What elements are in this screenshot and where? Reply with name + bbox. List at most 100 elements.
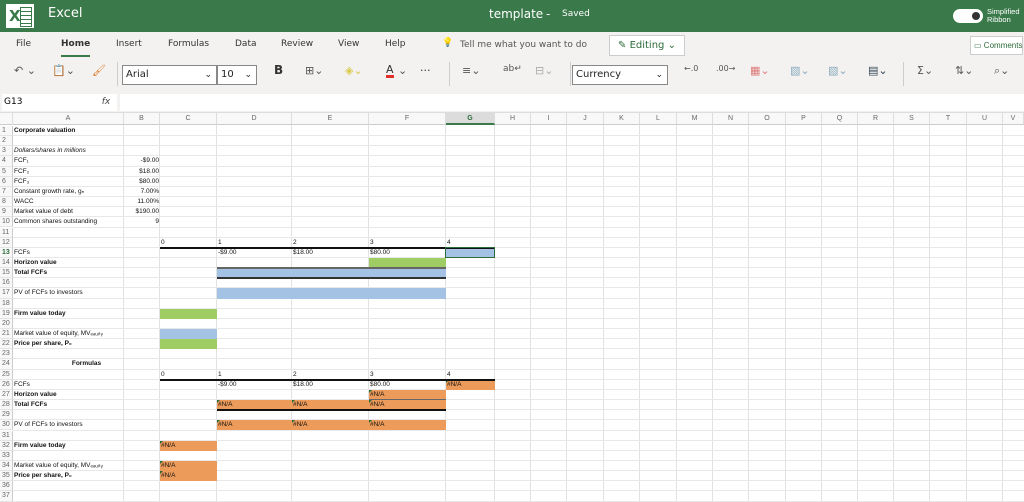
cell-b10[interactable]: 9 xyxy=(124,217,160,227)
tab-view[interactable]: View xyxy=(338,39,359,49)
cell-a34[interactable]: Market value of equity, MVₑₔᵤᵢₜᵧ xyxy=(13,461,124,471)
column-header-k[interactable]: K xyxy=(604,113,640,125)
increase-decimal-icon[interactable]: ←.0 xyxy=(684,64,698,73)
font-size-select[interactable]: 10 ⌄ xyxy=(217,65,257,85)
cell-c35[interactable]: #N/A xyxy=(160,471,217,482)
row-header-8[interactable]: 8 xyxy=(0,197,13,208)
fx-icon[interactable]: fx xyxy=(96,94,116,111)
column-header-d[interactable]: D xyxy=(217,113,292,125)
row-header-16[interactable]: 16 xyxy=(0,278,13,289)
tab-formulas[interactable]: Formulas xyxy=(168,39,209,49)
row-header-13[interactable]: 13 xyxy=(0,247,13,258)
row-header-35[interactable]: 35 xyxy=(0,471,13,482)
undo-icon[interactable]: ↶ ⌄ xyxy=(14,64,36,77)
cell-a1[interactable]: Corporate valuation xyxy=(13,126,124,136)
tab-help[interactable]: Help xyxy=(385,39,406,49)
cell-a17[interactable]: PV of FCFs to investors xyxy=(13,288,124,298)
cell-a3[interactable]: Dollars/shares in millions xyxy=(13,146,124,156)
borders-icon[interactable]: ⊞⌄ xyxy=(305,64,323,77)
column-header-s[interactable]: S xyxy=(894,113,930,125)
column-header-a[interactable]: A xyxy=(13,113,124,125)
column-header-j[interactable]: J xyxy=(567,113,604,125)
row-header-7[interactable]: 7 xyxy=(0,186,13,198)
cell-styles-icon[interactable]: ▧⌄ xyxy=(828,64,848,77)
column-header-g[interactable]: G xyxy=(446,113,495,125)
cell-a7[interactable]: Constant growth rate, gₙ xyxy=(13,187,124,197)
row-header-33[interactable]: 33 xyxy=(0,450,13,461)
row-header-37[interactable]: 37 xyxy=(0,491,13,502)
row-header-10[interactable]: 10 xyxy=(0,217,13,228)
tab-home[interactable]: Home xyxy=(61,39,91,57)
cell-a32[interactable]: Firm value today xyxy=(13,441,124,451)
column-header-t[interactable]: T xyxy=(930,113,967,125)
row-header-4[interactable]: 4 xyxy=(0,156,13,167)
column-header-v[interactable]: V xyxy=(1003,113,1024,125)
row-header-19[interactable]: 19 xyxy=(0,308,13,319)
column-header-f[interactable]: F xyxy=(369,113,446,125)
cell-a19[interactable]: Firm value today xyxy=(13,309,124,319)
column-header-n[interactable]: N xyxy=(713,113,749,125)
cell-a8[interactable]: WACC xyxy=(13,197,124,207)
document-title[interactable]: template xyxy=(489,7,543,21)
row-header-14[interactable]: 14 xyxy=(0,257,13,269)
cell-c19[interactable] xyxy=(160,308,217,319)
formula-input[interactable] xyxy=(120,94,1024,111)
row-header-25[interactable]: 25 xyxy=(0,369,13,380)
tab-insert[interactable]: Insert xyxy=(116,39,142,49)
cell-b8[interactable]: 11.00% xyxy=(124,197,160,207)
column-header-u[interactable]: U xyxy=(967,113,1003,125)
cell-a21[interactable]: Market value of equity, MVₑₔᵤᵢₜᵧ xyxy=(13,329,124,339)
cell-a24[interactable]: Formulas xyxy=(13,359,160,369)
row-header-28[interactable]: 28 xyxy=(0,400,13,411)
cell-d26[interactable]: -$9.00 xyxy=(217,380,292,390)
tell-me-search[interactable]: Tell me what you want to do xyxy=(460,40,587,50)
cell-a10[interactable]: Common shares outstanding xyxy=(13,217,124,227)
column-header-q[interactable]: Q xyxy=(822,113,858,125)
column-header-r[interactable]: R xyxy=(858,113,894,125)
sort-filter-icon[interactable]: ⇅⌄ xyxy=(955,64,973,77)
find-icon[interactable]: ⌕⌄ xyxy=(994,64,1009,78)
column-header-h[interactable]: H xyxy=(495,113,531,125)
row-header-36[interactable]: 36 xyxy=(0,481,13,492)
conditional-format-icon[interactable]: ▦⌄ xyxy=(750,64,770,77)
cell-b5[interactable]: $18.00 xyxy=(124,167,160,177)
column-header-p[interactable]: P xyxy=(786,113,822,125)
cell-d30[interactable]: #N/A xyxy=(217,420,292,431)
row-header-3[interactable]: 3 xyxy=(0,146,13,157)
cell-b6[interactable]: $80.00 xyxy=(124,177,160,187)
row-header-18[interactable]: 18 xyxy=(0,298,13,309)
cell-b7[interactable]: 7.00% xyxy=(124,187,160,197)
cell-g26[interactable]: #N/A xyxy=(446,379,495,390)
cell-a5[interactable]: FCF₂ xyxy=(13,167,124,177)
select-all-corner[interactable] xyxy=(0,113,13,125)
excel-logo-icon[interactable]: X xyxy=(6,4,34,28)
tab-file[interactable]: File xyxy=(16,39,31,49)
cell-a35[interactable]: Price per share, P₀ xyxy=(13,471,124,481)
column-header-b[interactable]: B xyxy=(124,113,160,125)
row-header-31[interactable]: 31 xyxy=(0,430,13,441)
cell-e13[interactable]: $18.00 xyxy=(292,248,369,258)
cell-d13[interactable]: -$9.00 xyxy=(217,248,292,258)
more-options-button[interactable]: ··· xyxy=(420,64,431,77)
cell-a13[interactable]: FCFs xyxy=(13,248,124,258)
row-header-24[interactable]: 24 xyxy=(0,359,13,370)
cell-b4[interactable]: -$9.00 xyxy=(124,156,160,166)
cell-a6[interactable]: FCF₃ xyxy=(13,177,124,187)
row-header-17[interactable]: 17 xyxy=(0,288,13,299)
cell-c34[interactable]: #N/A xyxy=(160,460,217,472)
row-header-11[interactable]: 11 xyxy=(0,227,13,238)
align-icon[interactable]: ≡⌄ xyxy=(462,64,480,77)
cell-a4[interactable]: FCF₁ xyxy=(13,156,124,166)
cell-a30[interactable]: PV of FCFs to investors xyxy=(13,420,124,430)
merge-icon[interactable]: ⊟⌄ xyxy=(535,64,553,77)
row-header-26[interactable]: 26 xyxy=(0,379,13,390)
row-header-2[interactable]: 2 xyxy=(0,136,13,147)
cell-a14[interactable]: Horizon value xyxy=(13,258,124,268)
paste-icon[interactable]: 📋⌄ xyxy=(52,64,75,77)
cell-d17[interactable] xyxy=(217,288,446,299)
chevron-down-icon[interactable]: ⌄ xyxy=(398,64,407,77)
cell-a15[interactable]: Total FCFs xyxy=(13,268,124,278)
column-header-l[interactable]: L xyxy=(640,113,677,125)
column-header-i[interactable]: I xyxy=(531,113,567,125)
row-header-29[interactable]: 29 xyxy=(0,410,13,421)
